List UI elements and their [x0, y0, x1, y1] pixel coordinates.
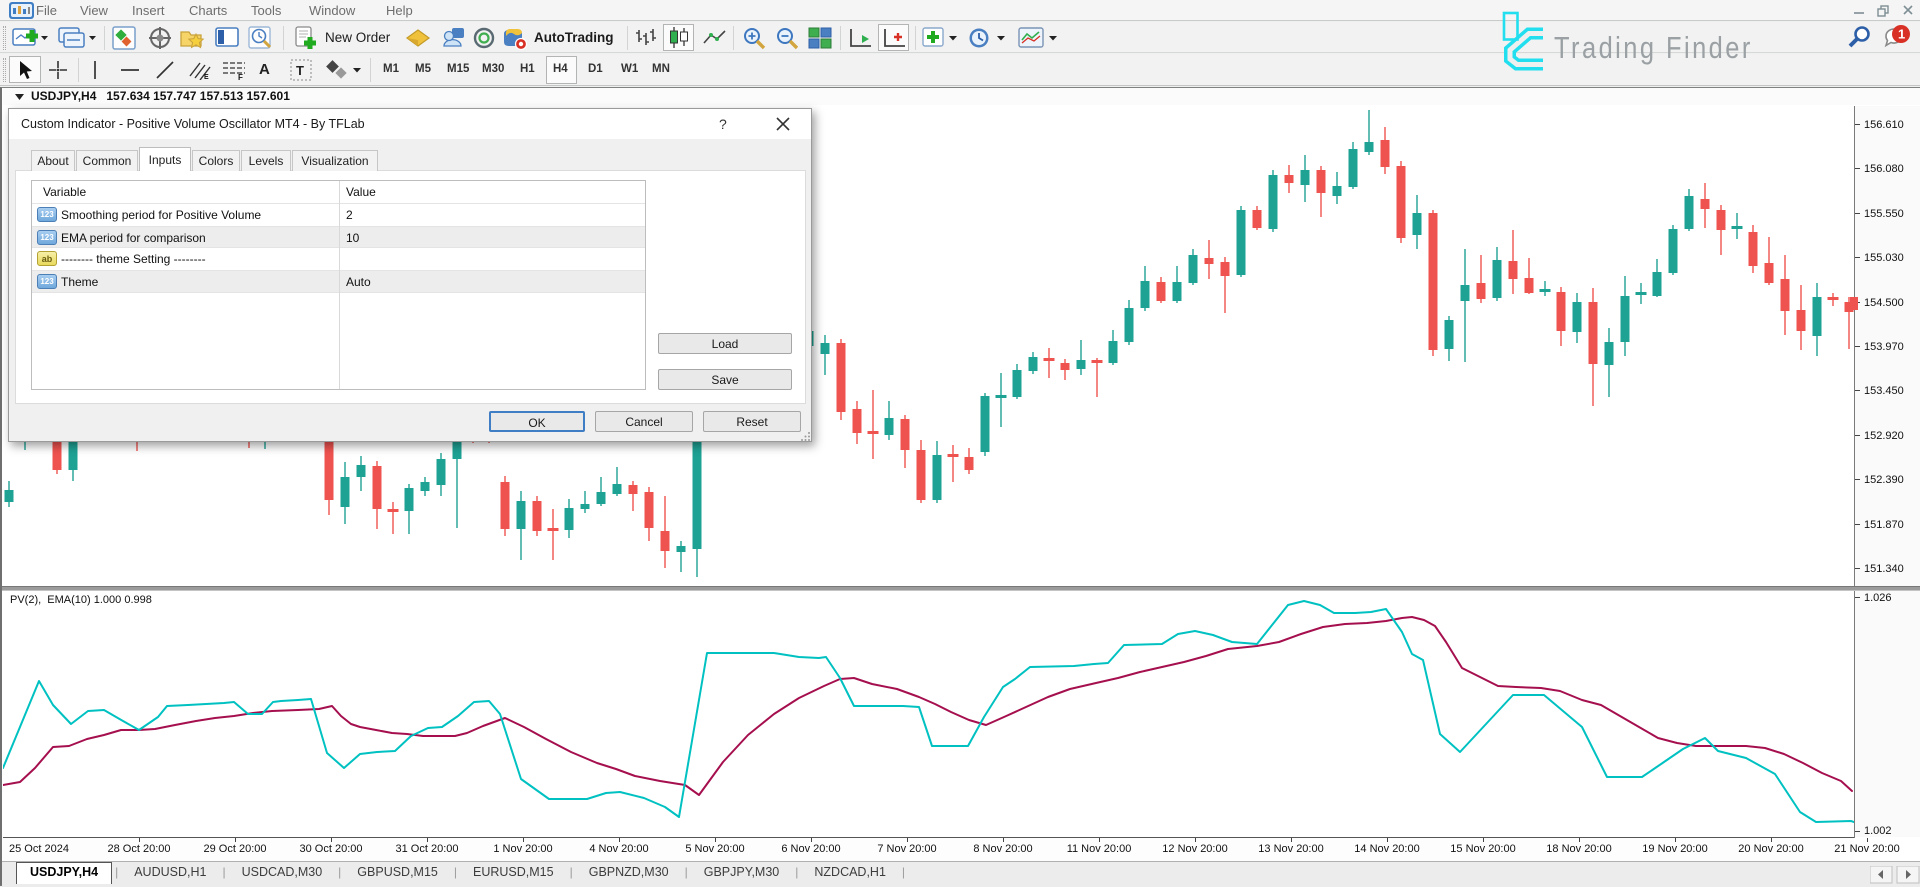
svg-text:F: F — [238, 73, 243, 80]
svg-text:E: E — [204, 74, 209, 80]
svg-text:1: 1 — [1898, 27, 1905, 42]
svg-text:T: T — [296, 63, 304, 78]
